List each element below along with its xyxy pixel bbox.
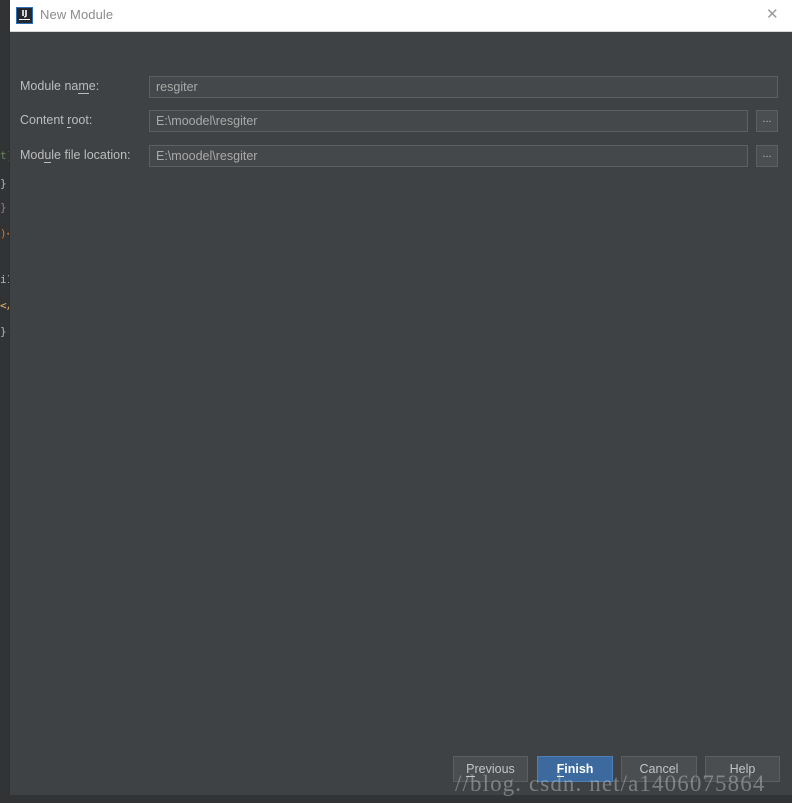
help-button[interactable]: Help bbox=[705, 756, 780, 782]
editor-gutter bbox=[0, 0, 10, 803]
dialog-button-bar: Previous Finish Cancel Help bbox=[10, 756, 792, 782]
finish-button[interactable]: Finish bbox=[537, 756, 613, 782]
intellij-idea-icon: IJ bbox=[16, 7, 33, 24]
dialog-title: New Module bbox=[40, 7, 114, 22]
close-icon: ✕ bbox=[766, 5, 779, 23]
content-root-label: Content root: bbox=[20, 113, 93, 128]
content-root-browse-button[interactable]: ... bbox=[756, 110, 778, 132]
module-form: Module name: resgiter Content root: E:\mood… bbox=[10, 32, 792, 732]
form-row-module-name: Module name: resgiter bbox=[10, 76, 792, 98]
cancel-button[interactable]: Cancel bbox=[621, 756, 697, 782]
window-bottom-strip bbox=[0, 795, 792, 803]
form-row-module-file-location: Module file location: E:\moodel\resgiter.… bbox=[10, 145, 792, 167]
close-button[interactable]: ✕ bbox=[754, 0, 792, 30]
module-file-location-browse-button[interactable]: ... bbox=[756, 145, 778, 167]
module-name-label: Module name: bbox=[20, 79, 100, 94]
form-row-content-root: Content root: E:\moodel\resgiter... bbox=[10, 110, 792, 132]
previous-button[interactable]: Previous bbox=[453, 756, 528, 782]
module-file-location-input[interactable]: E:\moodel\resgiter bbox=[149, 145, 748, 167]
new-module-dialog: IJ New Module ✕ Module name: resgiter Cont… bbox=[10, 0, 792, 795]
module-name-input[interactable]: resgiter bbox=[149, 76, 778, 98]
dialog-titlebar: IJ New Module ✕ bbox=[10, 0, 792, 32]
module-file-location-label: Module file location: bbox=[20, 148, 131, 163]
content-root-input[interactable]: E:\moodel\resgiter bbox=[149, 110, 748, 132]
